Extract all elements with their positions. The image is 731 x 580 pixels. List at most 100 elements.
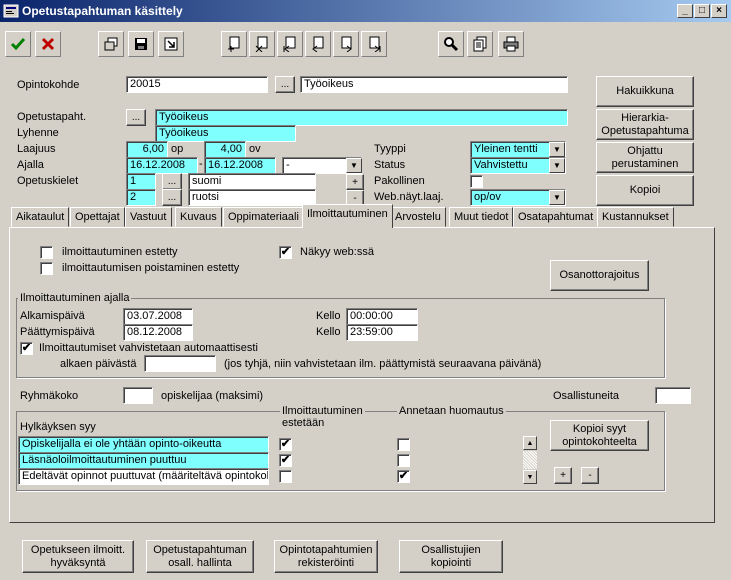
tyyppi-label: Tyyppi [374, 143, 406, 155]
osallistuneita-label: Osallistuneita [553, 390, 620, 402]
kopioi-button[interactable]: Kopioi [596, 175, 694, 206]
notes-button[interactable] [467, 31, 493, 57]
row2-estetaan-checkbox[interactable]: ✔ [279, 454, 292, 467]
rekisterointi-button[interactable]: Opintotapahtumien rekisteröinti [274, 540, 378, 573]
copy-window-button[interactable] [98, 31, 124, 57]
kieli1-lookup-button[interactable]: ... [162, 173, 182, 190]
next-record-button[interactable] [333, 31, 359, 57]
first-record-button[interactable] [277, 31, 303, 57]
osall-hallinta-button[interactable]: Opetustapahtuman osall. hallinta [146, 540, 254, 573]
chevron-down-icon[interactable]: ▼ [549, 190, 565, 205]
kieli2-lookup-button[interactable]: ... [162, 189, 182, 206]
poistaminen-checkbox[interactable] [40, 262, 53, 275]
opetustapaht-label: Opetustapaht. [17, 111, 87, 123]
estetty-checkbox[interactable] [40, 246, 53, 259]
ryhmakoko-field[interactable] [123, 387, 153, 404]
row3-huomautus-checkbox[interactable]: ✔ [397, 470, 410, 483]
paattymispaiva-label: Päättymispäivä [20, 326, 95, 338]
last-record-button[interactable] [361, 31, 387, 57]
search-button[interactable] [438, 31, 464, 57]
ajalla-end-field[interactable]: 16.12.2008 [204, 157, 276, 174]
alkaen-field[interactable] [144, 355, 216, 372]
row3-estetaan-checkbox[interactable] [279, 470, 292, 483]
notes-icon [473, 36, 487, 52]
delete-record-button[interactable] [249, 31, 275, 57]
print-button[interactable] [498, 31, 524, 57]
ok-button[interactable] [5, 31, 31, 57]
osanottorajoitus-button[interactable]: Osanottorajoitus [550, 260, 649, 291]
kello1-field[interactable]: 00:00:00 [346, 308, 418, 325]
kello2-field[interactable]: 23:59:00 [346, 324, 418, 341]
kieli1-code-field[interactable]: 1 [126, 173, 156, 190]
hierarkia-button[interactable]: Hierarkia- Opetustapahtuma [596, 109, 694, 140]
tab-arvostelu[interactable]: Arvostelu [390, 207, 446, 227]
kieli1-name-field[interactable]: suomi [188, 173, 316, 190]
opintokohde-lookup-button[interactable]: ... [275, 76, 295, 93]
row1-huomautus-checkbox[interactable] [397, 438, 410, 451]
ohjattu-button[interactable]: Ohjattu perustaminen [596, 142, 694, 173]
osallistuneita-field[interactable] [655, 387, 691, 404]
laajuus-ov-field[interactable]: 4,00 [204, 141, 246, 158]
delete-doc-icon [255, 36, 268, 52]
status-label: Status [374, 159, 406, 171]
cancel-button[interactable] [35, 31, 61, 57]
prev-record-button[interactable] [305, 31, 331, 57]
remove-row-button[interactable]: - [581, 467, 599, 484]
opintokohde-label: Opintokohde [17, 79, 80, 91]
scroll-down-icon[interactable]: ▼ [523, 470, 537, 484]
kieli2-name-field[interactable]: ruotsi [188, 189, 316, 206]
hylkays-row-1[interactable]: Opiskelijalla ei ole yhtään opinto-oikeu… [18, 436, 269, 453]
last-icon [369, 36, 381, 52]
prev-icon [312, 36, 324, 52]
hylkays-scrollbar[interactable]: ▲ ▼ [523, 436, 537, 484]
alkamispaiva-field[interactable]: 03.07.2008 [123, 308, 193, 325]
chevron-down-icon[interactable]: ▼ [549, 158, 565, 173]
lyhenne-field[interactable]: Työoikeus [155, 125, 296, 142]
webnayt-label: Web.näyt.laaj. [374, 191, 444, 203]
row1-estetaan-checkbox[interactable]: ✔ [279, 438, 292, 451]
kieli-add-button[interactable]: + [346, 174, 364, 190]
tab-kuvaus[interactable]: Kuvaus [175, 207, 222, 227]
opetustapaht-lookup-button[interactable]: ... [126, 109, 146, 126]
auto-checkbox[interactable]: ✔ [20, 342, 33, 355]
hylkays-row-2[interactable]: Läsnäoloilmoittautuminen puuttuu [18, 452, 269, 469]
ajalla-start-field[interactable]: 16.12.2008 [126, 157, 198, 174]
nakyy-checkbox[interactable]: ✔ [279, 246, 292, 259]
scroll-track[interactable] [523, 451, 537, 469]
opintokohde-name-field[interactable]: Työoikeus [300, 76, 568, 93]
tab-muut-tiedot[interactable]: Muut tiedot [449, 207, 514, 227]
alkaen-label: alkaen päivästä [60, 358, 137, 370]
ilmoitt-hyvaksynta-button[interactable]: Opetukseen ilmoitt. hyväksyntä [22, 540, 134, 573]
paattymispaiva-field[interactable]: 08.12.2008 [123, 324, 193, 341]
tab-oppimateriaali[interactable]: Oppimateriaali [223, 207, 304, 227]
tab-aikataulut[interactable]: Aikataulut [11, 207, 70, 227]
pakollinen-checkbox[interactable] [470, 175, 483, 188]
chevron-down-icon[interactable]: ▼ [549, 142, 565, 157]
opetustapaht-field[interactable]: Työoikeus [155, 109, 568, 126]
tab-kustannukset[interactable]: Kustannukset [597, 207, 674, 227]
opintokohde-code-field[interactable]: 20015 [126, 76, 268, 93]
laajuus-label: Laajuus [17, 143, 56, 155]
hylkays-row-3[interactable]: Edeltävät opinnot puuttuvat (määriteltäv… [18, 468, 269, 485]
hakuikkuna-button[interactable]: Hakuikkuna [596, 76, 694, 107]
maximize-button[interactable]: □ [694, 4, 710, 18]
tab-opettajat[interactable]: Opettajat [70, 207, 125, 227]
tab-osatapahtumat[interactable]: Osatapahtumat [513, 207, 599, 227]
laajuus-op-field[interactable]: 6,00 [126, 141, 168, 158]
export-button[interactable] [158, 31, 184, 57]
close-button[interactable]: × [711, 4, 727, 18]
tab-vastuut[interactable]: Vastuut [125, 207, 172, 227]
row2-huomautus-checkbox[interactable] [397, 454, 410, 467]
add-row-button[interactable]: + [554, 467, 572, 484]
kopiointi-button[interactable]: Osallistujien kopiointi [399, 540, 503, 573]
minimize-button[interactable]: _ [677, 4, 693, 18]
kopioi-syyt-button[interactable]: Kopioi syyt opintokohteelta [550, 420, 649, 451]
scroll-up-icon[interactable]: ▲ [523, 436, 537, 450]
huomautus-label: Annetaan huomautus [397, 405, 506, 417]
pakollinen-label: Pakollinen [374, 175, 425, 187]
save-button[interactable] [128, 31, 154, 57]
new-record-button[interactable] [221, 31, 247, 57]
kieli2-code-field[interactable]: 2 [126, 189, 156, 206]
chevron-down-icon[interactable]: ▼ [346, 158, 362, 173]
tab-ilmoittautuminen[interactable]: Ilmoittautuminen [302, 204, 393, 228]
